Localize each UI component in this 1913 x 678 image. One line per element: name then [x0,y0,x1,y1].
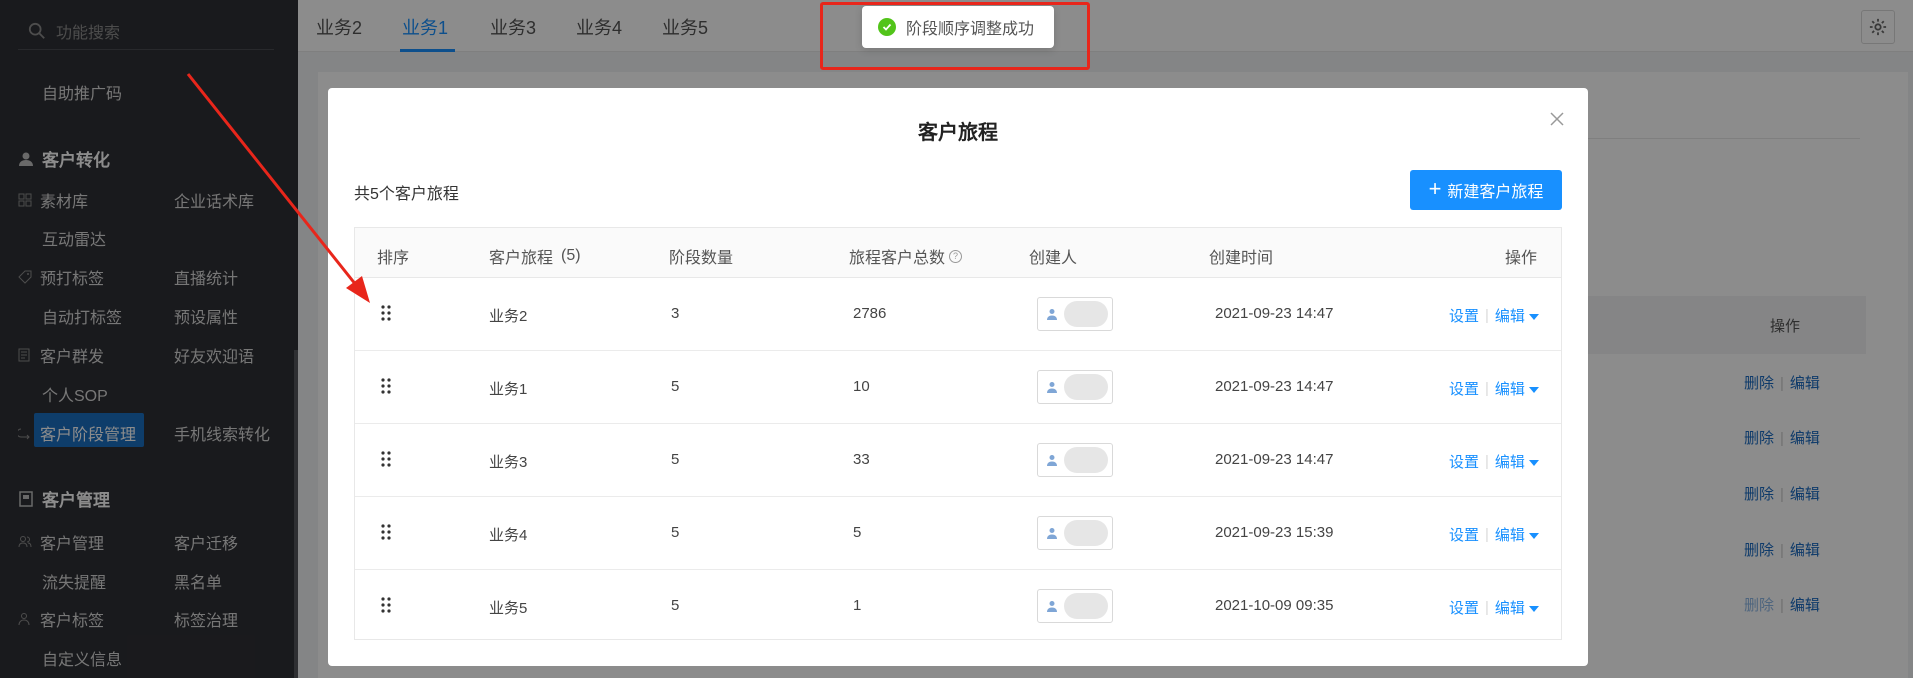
settings-link[interactable]: 设置 [1449,305,1479,326]
blurred-avatar [1064,374,1108,400]
settings-link[interactable]: 设置 [1449,378,1479,399]
user-icon [1047,601,1057,612]
table-row: 业务4 5 5 2021-09-23 15:39 设置 | 编辑 [355,497,1561,570]
customer-journey-modal: 客户旅程 共5个客户旅程 + 新建客户旅程 排序 客户旅程 (5) 阶段数量 旅程… [328,88,1588,666]
stage-count: 3 [671,305,680,322]
drag-handle-icon[interactable] [381,450,391,468]
caret-down-icon[interactable] [1528,386,1539,393]
stage-count: 5 [671,524,680,541]
customer-total: 2786 [853,305,887,322]
table-row: 业务3 5 33 2021-09-23 14:47 设置 | 编辑 [355,424,1561,497]
drag-handle-icon[interactable] [381,596,391,614]
stage-count: 5 [671,597,680,614]
table-header: 排序 客户旅程 (5) 阶段数量 旅程客户总数? 创建人 创建时间 操作 [355,228,1561,278]
row-actions: 设置 | 编辑 [1449,378,1539,399]
modal-title: 客户旅程 [918,122,998,144]
table-row: 业务2 3 2786 2021-09-23 14:47 设置 | 编辑 [355,278,1561,351]
creator-tag [1037,443,1113,477]
customer-total: 1 [853,597,862,614]
header-label: 排序 [377,250,410,267]
customer-total: 5 [853,524,862,541]
journey-table: 排序 客户旅程 (5) 阶段数量 旅程客户总数? 创建人 创建时间 操作 业务2 … [354,227,1562,640]
drag-handle-icon[interactable] [381,377,391,395]
drag-handle-icon[interactable] [381,523,391,541]
column-header-total-customers: 旅程客户总数? [849,244,963,268]
caret-down-icon[interactable] [1528,313,1539,320]
creator-tag [1037,297,1113,331]
new-journey-button[interactable]: + 新建客户旅程 [1410,170,1562,210]
edit-dropdown[interactable]: 编辑 [1495,524,1525,545]
blurred-avatar [1064,301,1108,327]
journey-name: 业务2 [489,308,528,325]
created-time: 2021-10-09 09:35 [1215,597,1334,614]
settings-link[interactable]: 设置 [1449,451,1479,472]
created-time: 2021-09-23 14:47 [1215,305,1334,322]
settings-link[interactable]: 设置 [1449,524,1479,545]
question-circle-icon[interactable]: ? [949,249,963,263]
journey-name: 业务4 [489,527,528,544]
journey-name: 业务1 [489,381,528,398]
edit-dropdown[interactable]: 编辑 [1495,378,1525,399]
edit-dropdown[interactable]: 编辑 [1495,305,1525,326]
creator-tag [1037,589,1113,623]
table-row: 业务5 5 1 2021-10-09 09:35 设置 | 编辑 [355,570,1561,643]
column-header-stage-count: 阶段数量 [669,244,733,268]
annotation-highlight-box [820,2,1090,70]
journey-count-text: 共5个客户旅程 [354,186,459,203]
created-time: 2021-09-23 14:47 [1215,451,1334,468]
stage-count: 5 [671,378,680,395]
header-label: 阶段数量 [669,250,734,267]
caret-down-icon[interactable] [1528,532,1539,539]
creator-tag [1037,516,1113,550]
column-header-actions: 操作 [1505,244,1537,268]
settings-link[interactable]: 设置 [1449,597,1479,618]
journey-name: 业务5 [489,600,528,617]
row-actions: 设置 | 编辑 [1449,305,1539,326]
row-actions: 设置 | 编辑 [1449,524,1539,545]
journey-name: 业务3 [489,454,528,471]
creator-tag [1037,370,1113,404]
close-icon[interactable] [1546,108,1568,130]
caret-down-icon[interactable] [1528,459,1539,466]
customer-total: 10 [853,378,870,395]
column-header-created-at: 创建时间 [1209,244,1273,268]
header-label: 创建人 [1029,250,1078,267]
header-label: 操作 [1505,250,1538,267]
drag-handle-icon[interactable] [381,304,391,322]
header-label: 创建时间 [1209,250,1274,267]
header-label: 客户旅程 [489,250,554,267]
customer-total: 33 [853,451,870,468]
column-header-creator: 创建人 [1029,244,1077,268]
plus-icon: + [1428,176,1442,201]
edit-dropdown[interactable]: 编辑 [1495,597,1525,618]
blurred-avatar [1064,520,1108,546]
column-header-sort: 排序 [377,244,409,268]
blurred-avatar [1064,593,1108,619]
caret-down-icon[interactable] [1528,605,1539,612]
created-time: 2021-09-23 15:39 [1215,524,1334,541]
edit-dropdown[interactable]: 编辑 [1495,451,1525,472]
new-journey-label: 新建客户旅程 [1447,184,1544,201]
row-actions: 设置 | 编辑 [1449,451,1539,472]
column-header-journey: 客户旅程 (5) [489,244,581,268]
user-icon [1047,455,1057,466]
created-time: 2021-09-23 14:47 [1215,378,1334,395]
stage-count: 5 [671,451,680,468]
user-icon [1047,528,1057,539]
user-icon [1047,309,1057,320]
header-label: 旅程客户总数 [849,250,946,267]
table-row: 业务1 5 10 2021-09-23 14:47 设置 | 编辑 [355,351,1561,424]
blurred-avatar [1064,447,1108,473]
row-actions: 设置 | 编辑 [1449,597,1539,618]
user-icon [1047,382,1057,393]
journey-count: (5) [561,247,581,264]
